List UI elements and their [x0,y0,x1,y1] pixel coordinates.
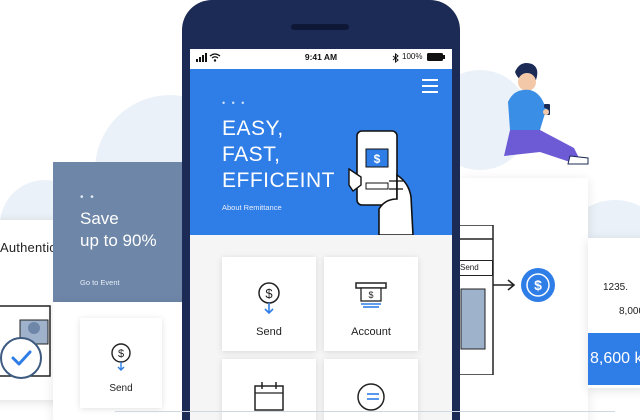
menu-icon[interactable] [422,79,438,93]
promo-pagination-dots: • • [80,192,96,203]
amount-value: 1235. [603,282,629,293]
atm-cash-icon: $ [355,282,387,308]
svg-text:$: $ [368,290,373,300]
send-tile[interactable]: $ Send [222,257,316,351]
account-tile-label: Account [351,326,391,338]
mini-send-tile[interactable]: $ [80,318,162,408]
hero-title: EASY, FAST, EFFICEINT [222,116,335,194]
hero-title-line: EFFICEINT [222,169,335,192]
mini-send-label: Send [109,383,133,394]
battery-percentage: 100% [402,52,423,61]
svg-text:$: $ [534,277,542,293]
about-remittance-link[interactable]: About Remittance [222,203,282,212]
person-with-phone-illustration [504,63,589,165]
calendar-icon [254,382,284,411]
bluetooth-icon [392,53,399,63]
svg-text:$: $ [374,152,381,166]
send-chip: Send [455,260,493,276]
check-circle-icon [0,337,42,379]
send-tile-label: Send [256,326,282,338]
promo-title-line: Save [80,209,119,228]
amount-button-label: 8,600 k [590,350,640,367]
promo-title: Save up to 90% [80,208,180,252]
chat-support-icon [357,383,385,411]
go-to-event-link[interactable]: Go to Event [80,278,120,287]
atm-illustration [455,225,494,375]
battery-icon [427,53,443,61]
battery-tip [443,55,445,59]
svg-text:$: $ [265,286,273,301]
amount-value: 8,000 [619,306,640,317]
hero-title-line: FAST, [222,143,281,166]
dollar-coin-icon: $ [258,282,280,315]
promo-title-line: up to 90% [80,231,157,250]
hero-pagination-dots: • • • [222,98,247,108]
arrow-right-icon [493,279,516,291]
phone-speaker [291,24,349,30]
hero-title-line: EASY, [222,117,284,140]
account-tile[interactable]: $ Account [324,257,418,351]
dollar-coin-icon: $ [111,343,131,371]
svg-text:$: $ [118,348,124,360]
hand-holding-phone-illustration: $ [348,130,414,235]
dollar-coin-icon: $ [521,268,555,302]
divider [115,411,615,412]
